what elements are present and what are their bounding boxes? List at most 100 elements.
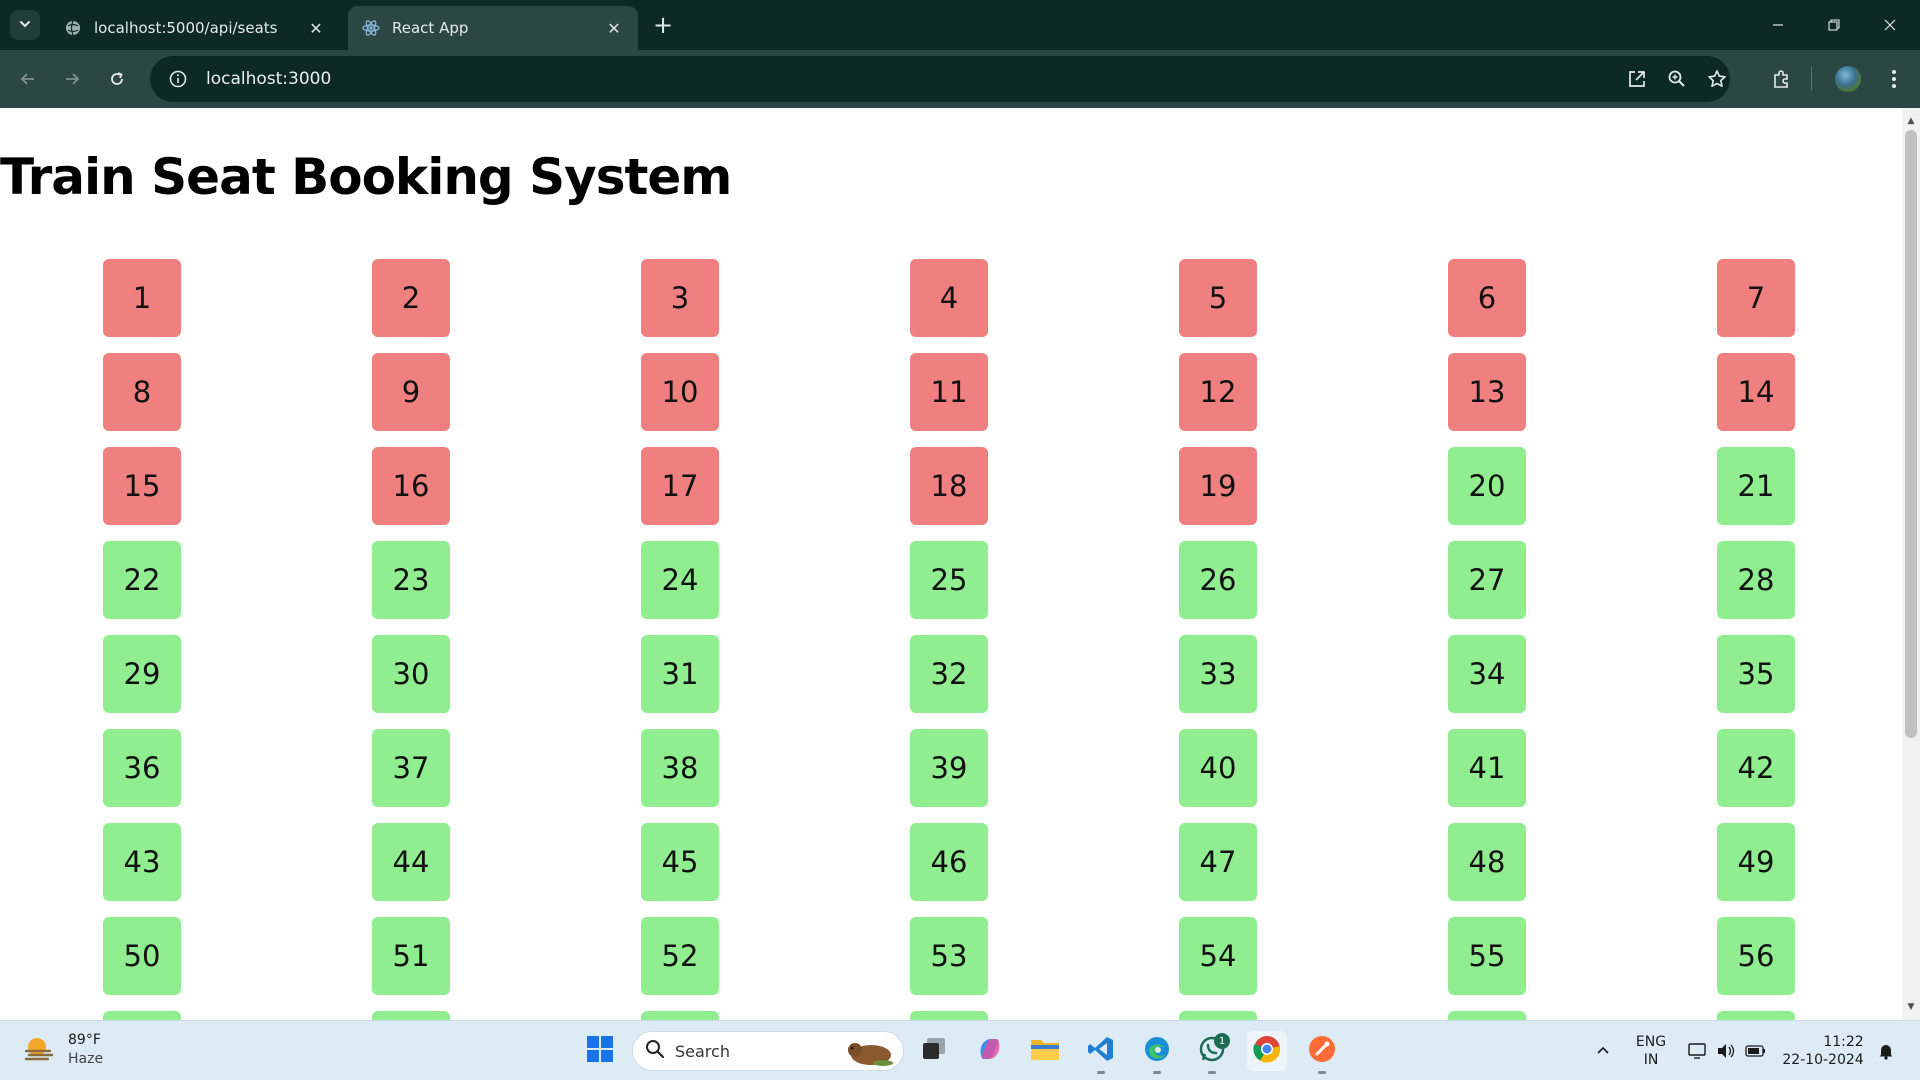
seat-35[interactable]: 35 <box>1717 635 1795 713</box>
seat-9[interactable]: 9 <box>372 353 450 431</box>
restore-icon[interactable] <box>1806 0 1862 50</box>
seat-42[interactable]: 42 <box>1717 729 1795 807</box>
system-clock[interactable]: 11:22 22-10-2024 <box>1778 1021 1868 1080</box>
seat-12[interactable]: 12 <box>1179 353 1257 431</box>
seat-4[interactable]: 4 <box>910 259 988 337</box>
new-tab-button[interactable]: + <box>650 11 676 39</box>
bookmark-star-icon[interactable] <box>1705 67 1729 91</box>
seat-partial-59[interactable] <box>910 1011 988 1020</box>
seat-18[interactable]: 18 <box>910 447 988 525</box>
seat-16[interactable]: 16 <box>372 447 450 525</box>
seat-8[interactable]: 8 <box>103 353 181 431</box>
seat-53[interactable]: 53 <box>910 917 988 995</box>
seat-21[interactable]: 21 <box>1717 447 1795 525</box>
task-view-button[interactable] <box>914 1031 954 1071</box>
seat-11[interactable]: 11 <box>910 353 988 431</box>
seat-7[interactable]: 7 <box>1717 259 1795 337</box>
seat-2[interactable]: 2 <box>372 259 450 337</box>
seat-20[interactable]: 20 <box>1448 447 1526 525</box>
seat-29[interactable]: 29 <box>103 635 181 713</box>
seat-3[interactable]: 3 <box>641 259 719 337</box>
seat-23[interactable]: 23 <box>372 541 450 619</box>
seat-36[interactable]: 36 <box>103 729 181 807</box>
seat-43[interactable]: 43 <box>103 823 181 901</box>
seat-56[interactable]: 56 <box>1717 917 1795 995</box>
seat-partial-62[interactable] <box>1717 1011 1795 1020</box>
seat-partial-56[interactable] <box>103 1011 181 1020</box>
postman-button[interactable] <box>1302 1031 1342 1074</box>
seat-33[interactable]: 33 <box>1179 635 1257 713</box>
notification-bell-icon[interactable] <box>1874 1021 1898 1080</box>
seat-22[interactable]: 22 <box>103 541 181 619</box>
whatsapp-button[interactable]: 1 <box>1192 1031 1232 1074</box>
profile-avatar[interactable] <box>1832 63 1864 95</box>
seat-52[interactable]: 52 <box>641 917 719 995</box>
seat-14[interactable]: 14 <box>1717 353 1795 431</box>
back-icon[interactable] <box>12 63 44 95</box>
seat-50[interactable]: 50 <box>103 917 181 995</box>
seat-27[interactable]: 27 <box>1448 541 1526 619</box>
seat-55[interactable]: 55 <box>1448 917 1526 995</box>
seat-51[interactable]: 51 <box>372 917 450 995</box>
extensions-icon[interactable] <box>1765 63 1797 95</box>
seat-49[interactable]: 49 <box>1717 823 1795 901</box>
seat-26[interactable]: 26 <box>1179 541 1257 619</box>
vscode-button[interactable] <box>1081 1031 1121 1074</box>
seat-19[interactable]: 19 <box>1179 447 1257 525</box>
seat-34[interactable]: 34 <box>1448 635 1526 713</box>
seat-partial-60[interactable] <box>1179 1011 1257 1020</box>
seat-partial-61[interactable] <box>1448 1011 1526 1020</box>
weather-widget[interactable]: 89°F Haze <box>22 1031 103 1069</box>
seat-47[interactable]: 47 <box>1179 823 1257 901</box>
tab-search-button[interactable] <box>10 10 40 40</box>
seat-45[interactable]: 45 <box>641 823 719 901</box>
seat-31[interactable]: 31 <box>641 635 719 713</box>
scrollbar-thumb[interactable] <box>1905 130 1917 738</box>
site-info-icon[interactable] <box>158 70 198 88</box>
seat-1[interactable]: 1 <box>103 259 181 337</box>
seat-32[interactable]: 32 <box>910 635 988 713</box>
seat-46[interactable]: 46 <box>910 823 988 901</box>
taskbar-search[interactable]: Search <box>632 1031 904 1071</box>
minimize-icon[interactable] <box>1750 0 1806 50</box>
seat-40[interactable]: 40 <box>1179 729 1257 807</box>
scroll-up-icon[interactable]: ▲ <box>1902 112 1920 130</box>
close-window-icon[interactable] <box>1862 0 1918 50</box>
tab-react-app[interactable]: React App ✕ <box>348 6 638 50</box>
reload-icon[interactable] <box>101 63 133 95</box>
seat-25[interactable]: 25 <box>910 541 988 619</box>
seat-39[interactable]: 39 <box>910 729 988 807</box>
seat-24[interactable]: 24 <box>641 541 719 619</box>
seat-44[interactable]: 44 <box>372 823 450 901</box>
seat-38[interactable]: 38 <box>641 729 719 807</box>
seat-17[interactable]: 17 <box>641 447 719 525</box>
seat-30[interactable]: 30 <box>372 635 450 713</box>
start-button[interactable] <box>580 1031 620 1071</box>
seat-6[interactable]: 6 <box>1448 259 1526 337</box>
seat-15[interactable]: 15 <box>103 447 181 525</box>
network-icon[interactable] <box>1686 1021 1710 1080</box>
close-tab-icon[interactable]: ✕ <box>306 18 326 38</box>
seat-partial-57[interactable] <box>372 1011 450 1020</box>
tab-api-seats[interactable]: localhost:5000/api/seats ✕ <box>50 6 340 50</box>
chrome-button[interactable] <box>1247 1031 1287 1071</box>
open-in-app-icon[interactable] <box>1625 67 1649 91</box>
edge-button[interactable] <box>1137 1031 1177 1074</box>
address-bar[interactable]: localhost:3000 <box>150 56 1730 102</box>
seat-10[interactable]: 10 <box>641 353 719 431</box>
language-indicator[interactable]: ENG IN <box>1628 1021 1674 1080</box>
battery-icon[interactable] <box>1744 1021 1768 1080</box>
zoom-icon[interactable] <box>1665 67 1689 91</box>
seat-5[interactable]: 5 <box>1179 259 1257 337</box>
copilot-button[interactable] <box>970 1031 1010 1071</box>
menu-kebab-icon[interactable] <box>1878 63 1910 95</box>
show-hidden-icons[interactable] <box>1588 1021 1618 1080</box>
seat-41[interactable]: 41 <box>1448 729 1526 807</box>
file-explorer-button[interactable] <box>1025 1031 1065 1071</box>
seat-13[interactable]: 13 <box>1448 353 1526 431</box>
page-scrollbar[interactable]: ▲ ▼ <box>1902 108 1920 1020</box>
seat-28[interactable]: 28 <box>1717 541 1795 619</box>
forward-icon[interactable] <box>56 63 88 95</box>
seat-48[interactable]: 48 <box>1448 823 1526 901</box>
seat-54[interactable]: 54 <box>1179 917 1257 995</box>
